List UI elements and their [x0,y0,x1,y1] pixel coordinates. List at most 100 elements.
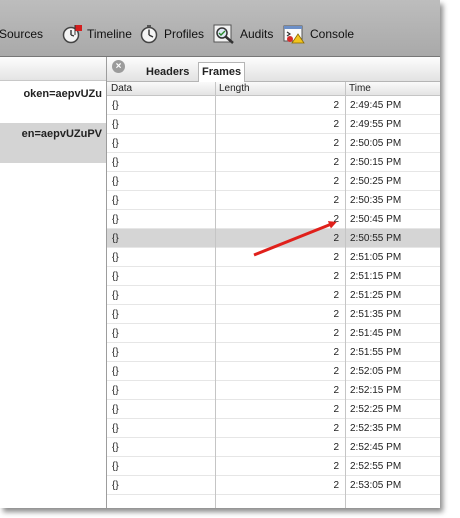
frame-row-selected[interactable]: {} 2 2:50:55 PM [107,229,440,248]
tab-frames[interactable]: Frames [198,62,246,82]
frame-data-cell: {} [112,385,119,396]
frame-row[interactable]: {} 2 2:53:05 PM [107,476,440,495]
frame-row[interactable]: {} 2 2:49:45 PM [107,96,440,115]
frames-pane: × Headers Frames Data Length Time {} 2 2:4… [107,57,440,508]
frame-length-cell: 2 [333,480,339,491]
frame-data-cell: {} [112,233,119,244]
frame-data-cell: {} [112,157,119,168]
frame-length-cell: 2 [333,271,339,282]
frame-time-cell: 2:52:55 PM [350,461,402,472]
frame-time-cell: 2:51:55 PM [350,347,402,358]
column-divider [345,82,346,508]
column-header-time[interactable]: Time [345,82,440,95]
frame-row[interactable]: {} 2 2:49:55 PM [107,115,440,134]
column-divider [215,82,216,508]
frame-data-cell: {} [112,461,119,472]
frame-row[interactable]: {} 2 2:51:15 PM [107,267,440,286]
frame-time-cell: 2:49:55 PM [350,119,402,130]
toolbar-profiles[interactable]: Profiles [139,22,204,46]
frame-time-cell: 2:52:25 PM [350,404,402,415]
frame-data-cell: {} [112,347,119,358]
frame-time-cell: 2:52:15 PM [350,385,402,396]
frame-time-cell: 2:50:45 PM [350,214,402,225]
frame-row[interactable]: {} 2 2:51:05 PM [107,248,440,267]
frame-length-cell: 2 [333,404,339,415]
frame-row[interactable]: {} 2 2:50:05 PM [107,134,440,153]
frame-length-cell: 2 [333,366,339,377]
frame-time-cell: 2:50:25 PM [350,176,402,187]
frame-data-cell: {} [112,404,119,415]
profiles-label: Profiles [164,27,205,41]
frame-length-cell: 2 [333,442,339,453]
frame-length-cell: 2 [333,290,339,301]
frame-time-cell: 2:52:45 PM [350,442,402,453]
profiles-icon [140,25,158,44]
frame-data-cell: {} [112,119,119,130]
frames-table-body: {} 2 2:49:45 PM{} 2 2:49:55 PM{} 2 2:50:05 PM{… [107,96,440,495]
frame-length-cell: 2 [333,233,339,244]
console-label: Console [310,27,355,41]
frame-length-cell: 2 [333,100,339,111]
console-icon [283,25,305,44]
frame-time-cell: 2:52:05 PM [350,366,402,377]
frame-length-cell: 2 [333,252,339,263]
requests-header [0,57,106,81]
audits-label: Audits [240,27,274,41]
frame-time-cell: 2:49:45 PM [350,100,402,111]
frame-row[interactable]: {} 2 2:51:35 PM [107,305,440,324]
toolbar-timeline[interactable]: Timeline [62,22,132,46]
column-header-length[interactable]: Length [215,82,345,95]
timeline-icon [62,25,82,44]
frame-row[interactable]: {} 2 2:50:15 PM [107,153,440,172]
frame-data-cell: {} [112,366,119,377]
frame-length-cell: 2 [333,347,339,358]
frame-length-cell: 2 [333,461,339,472]
frame-row[interactable]: {} 2 2:52:45 PM [107,438,440,457]
timeline-label: Timeline [87,27,132,41]
frame-length-cell: 2 [333,176,339,187]
tab-headers[interactable]: Headers [143,63,192,81]
frame-row[interactable]: {} 2 2:52:55 PM [107,457,440,476]
frame-length-cell: 2 [333,328,339,339]
frame-row[interactable]: {} 2 2:51:55 PM [107,343,440,362]
frame-data-cell: {} [112,195,119,206]
frame-data-cell: {} [112,309,119,320]
toolbar: Sources Timeline Profiles Audits Console [0,0,440,57]
frame-time-cell: 2:50:05 PM [350,138,402,149]
request-item[interactable]: oken=aepvUZu [0,85,106,103]
frame-data-cell: {} [112,480,119,491]
frame-row[interactable]: {} 2 2:51:45 PM [107,324,440,343]
frame-time-cell: 2:51:15 PM [350,271,402,282]
frame-length-cell: 2 [333,423,339,434]
frame-row[interactable]: {} 2 2:51:25 PM [107,286,440,305]
toolbar-sources[interactable]: Sources [0,22,43,46]
frame-row[interactable]: {} 2 2:50:45 PM [107,210,440,229]
frame-data-cell: {} [112,328,119,339]
close-icon[interactable]: × [112,60,125,73]
frame-time-cell: 2:50:35 PM [350,195,402,206]
audits-icon [213,24,234,44]
frame-time-cell: 2:50:15 PM [350,157,402,168]
frame-data-cell: {} [112,176,119,187]
frame-time-cell: 2:50:55 PM [350,233,402,244]
column-header-data[interactable]: Data [107,82,215,95]
frame-length-cell: 2 [333,119,339,130]
frame-time-cell: 2:51:35 PM [350,309,402,320]
frame-row[interactable]: {} 2 2:52:05 PM [107,362,440,381]
frame-data-cell: {} [112,423,119,434]
frame-length-cell: 2 [333,385,339,396]
toolbar-audits[interactable]: Audits [213,22,273,46]
frame-row[interactable]: {} 2 2:52:25 PM [107,400,440,419]
frame-row[interactable]: {} 2 2:50:35 PM [107,191,440,210]
frame-row[interactable]: {} 2 2:52:35 PM [107,419,440,438]
detail-tabbar: × Headers Frames [107,57,440,82]
frame-row[interactable]: {} 2 2:50:25 PM [107,172,440,191]
frames-table-header: Data Length Time [107,82,440,96]
request-item-selected[interactable]: en=aepvUZuPV [0,123,106,163]
frame-data-cell: {} [112,271,119,282]
frame-row[interactable]: {} 2 2:52:15 PM [107,381,440,400]
toolbar-console[interactable]: Console [283,22,354,46]
frame-length-cell: 2 [333,309,339,320]
frame-data-cell: {} [112,290,119,301]
frame-data-cell: {} [112,138,119,149]
